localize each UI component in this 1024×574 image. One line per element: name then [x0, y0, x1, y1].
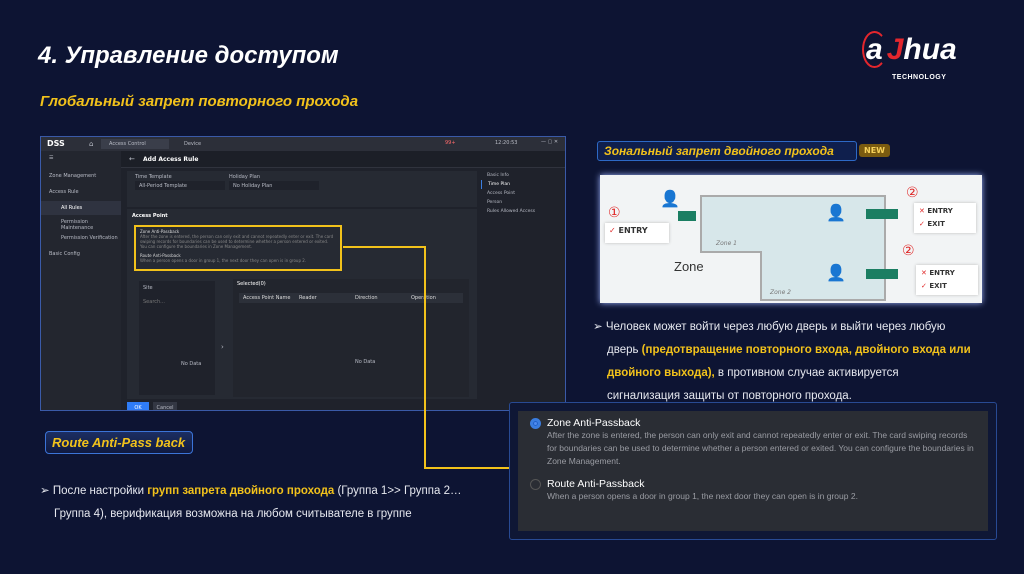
- zone-option-desc: After the zone is entered, the person ca…: [547, 430, 974, 466]
- person-icon: 👤: [826, 263, 846, 282]
- entry-allowed-1: ✓ ENTRY: [605, 223, 669, 243]
- step-2-marker: ②: [902, 243, 915, 259]
- person-icon: 👤: [826, 203, 846, 222]
- route-bullet: ➢ После настройки групп запрета двойного…: [40, 485, 462, 520]
- door-reader-icon: [866, 269, 898, 279]
- step-2-marker: ②: [906, 185, 919, 201]
- route-anti-passback-label: Route Anti-Pass back: [45, 431, 193, 454]
- zone-option-label[interactable]: Zone Anti-Passback: [547, 417, 640, 429]
- zone-radio[interactable]: [530, 417, 541, 429]
- zone-antipassback-header: Зональный запрет двойного прохода: [597, 141, 857, 161]
- anti-passback-options-zoom: Zone Anti-Passback After the zone is ent…: [509, 402, 997, 540]
- person-icon: 👤: [660, 189, 680, 208]
- zone-legend: Zone: [674, 259, 704, 274]
- zone-bullet: ➢ Человек может войти через любую дверь …: [593, 321, 971, 402]
- door-reader-icon: [866, 209, 898, 219]
- zone-result-1: ✕ ENTRY ✓ EXIT: [914, 203, 976, 233]
- zone-result-2: ✕ ENTRY ✓ EXIT: [916, 265, 978, 295]
- step-1-marker: ①: [608, 205, 621, 221]
- zone-1-area: Zone 1: [700, 195, 886, 253]
- route-option-label[interactable]: Route Anti-Passback: [547, 478, 644, 490]
- zone-1-label: Zone 1: [716, 240, 737, 247]
- zone-2-label: Zone 2: [770, 289, 791, 296]
- new-badge: NEW: [859, 144, 890, 157]
- door-reader-icon: [678, 211, 696, 221]
- zone-diagram: Zone 1 Zone 2 Zone ① ✓ ENTRY 👤 👤 👤 ② ② ✕…: [600, 175, 982, 303]
- route-option-desc: When a person opens a door in group 1, t…: [547, 491, 858, 501]
- route-radio[interactable]: [530, 478, 541, 490]
